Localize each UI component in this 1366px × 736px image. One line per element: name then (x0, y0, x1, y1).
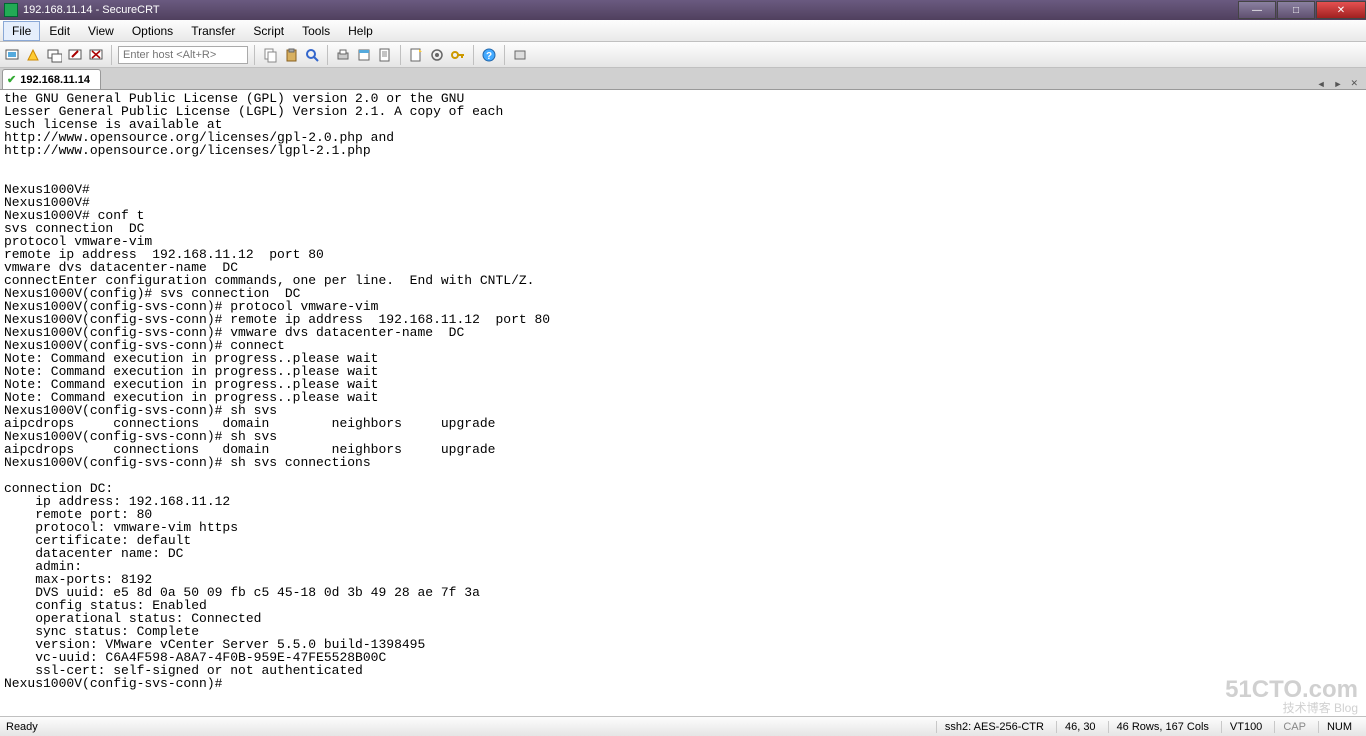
separator (504, 45, 505, 65)
separator (473, 45, 474, 65)
status-size: 46 Rows, 167 Cols (1108, 721, 1217, 733)
menu-view[interactable]: View (79, 21, 123, 41)
tab-close-icon[interactable]: ✕ (1347, 78, 1361, 89)
tab-bar: ✔ 192.168.11.14 ◄ ► ✕ (0, 68, 1366, 90)
title-bar: 192.168.11.14 - SecureCRT — □ ✕ (0, 0, 1366, 20)
separator (111, 45, 112, 65)
close-button[interactable]: ✕ (1316, 1, 1366, 19)
window-title: 192.168.11.14 - SecureCRT (23, 4, 160, 16)
status-cursor-pos: 46, 30 (1056, 721, 1104, 733)
window-controls: — □ ✕ (1237, 1, 1366, 19)
separator (254, 45, 255, 65)
minimize-button[interactable]: — (1238, 1, 1276, 19)
menu-edit[interactable]: Edit (40, 21, 79, 41)
new-session-icon[interactable] (407, 46, 425, 64)
tab-nav: ◄ ► ✕ (1314, 78, 1366, 89)
maximize-button[interactable]: □ (1277, 1, 1315, 19)
menu-bar: File Edit View Options Transfer Script T… (0, 20, 1366, 42)
find-icon[interactable] (303, 46, 321, 64)
connect-bar-icon[interactable] (45, 46, 63, 64)
settings-icon[interactable] (428, 46, 446, 64)
app-icon (4, 3, 18, 17)
host-input[interactable] (118, 46, 248, 64)
status-ready: Ready (6, 721, 38, 733)
separator (400, 45, 401, 65)
menu-tools[interactable]: Tools (293, 21, 339, 41)
connected-icon: ✔ (7, 73, 16, 86)
properties-icon[interactable] (355, 46, 373, 64)
disconnect-icon[interactable] (87, 46, 105, 64)
quick-connect-icon[interactable] (24, 46, 42, 64)
status-term: VT100 (1221, 721, 1270, 733)
paste-icon[interactable] (282, 46, 300, 64)
svg-text:?: ? (486, 51, 492, 62)
menu-options[interactable]: Options (123, 21, 182, 41)
session-tab[interactable]: ✔ 192.168.11.14 (2, 69, 101, 89)
menu-help[interactable]: Help (339, 21, 382, 41)
key-icon[interactable] (449, 46, 467, 64)
terminal-output[interactable]: the GNU General Public License (GPL) ver… (0, 90, 1366, 716)
print-icon[interactable] (334, 46, 352, 64)
status-num: NUM (1318, 721, 1360, 733)
menu-file[interactable]: File (3, 21, 40, 41)
status-cap: CAP (1274, 721, 1314, 733)
toolbar: ? (0, 42, 1366, 68)
menu-script[interactable]: Script (244, 21, 293, 41)
tab-label: 192.168.11.14 (20, 74, 90, 86)
toggle-icon[interactable] (511, 46, 529, 64)
status-ssh: ssh2: AES-256-CTR (936, 721, 1052, 733)
connect-icon[interactable] (3, 46, 21, 64)
menu-transfer[interactable]: Transfer (182, 21, 244, 41)
help-icon[interactable]: ? (480, 46, 498, 64)
log-icon[interactable] (376, 46, 394, 64)
reconnect-icon[interactable] (66, 46, 84, 64)
status-bar: Ready ssh2: AES-256-CTR 46, 30 46 Rows, … (0, 716, 1366, 736)
tab-prev-icon[interactable]: ◄ (1314, 79, 1329, 89)
tab-next-icon[interactable]: ► (1331, 79, 1346, 89)
separator (327, 45, 328, 65)
copy-icon[interactable] (261, 46, 279, 64)
